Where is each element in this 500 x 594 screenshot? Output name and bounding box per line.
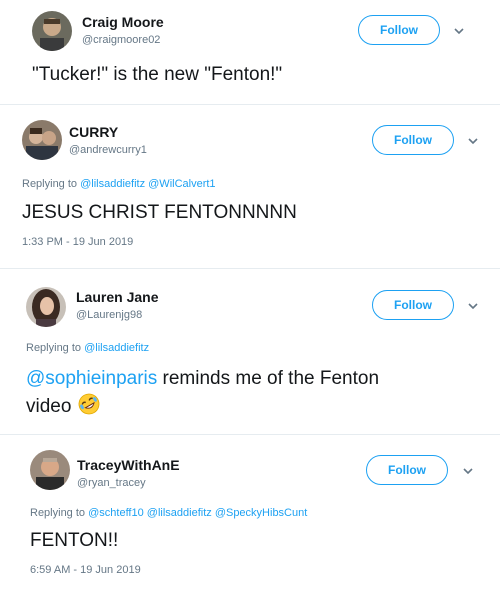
display-name[interactable]: Craig Moore (82, 14, 164, 30)
body-mention-link[interactable]: @sophieinparis (26, 368, 157, 389)
follow-button[interactable]: Follow (358, 15, 440, 45)
display-name[interactable]: TraceyWithAnE (77, 457, 180, 473)
divider (0, 104, 500, 105)
tweet-text: "Tucker!" is the new "Fenton!" (32, 64, 283, 85)
user-handle[interactable]: @ryan_tracey (77, 477, 146, 489)
replying-to: Replying to @schteff10 @lilsaddiefitz @S… (30, 507, 307, 519)
divider (0, 434, 500, 435)
replying-to: Replying to @lilsaddiefitz @WilCalvert1 (22, 178, 216, 190)
chevron-down-icon[interactable] (461, 464, 475, 478)
chevron-down-icon[interactable] (466, 299, 480, 313)
tweet-text: @sophieinparis reminds me of the Fenton … (26, 366, 486, 420)
replying-to-label: Replying to (26, 342, 82, 354)
reply-mention-link[interactable]: @lilsaddiefitz (84, 342, 149, 354)
replying-to-label: Replying to (22, 178, 78, 190)
chevron-down-icon[interactable] (466, 134, 480, 148)
avatar[interactable] (32, 11, 72, 51)
rofl-emoji-icon (78, 393, 100, 415)
replying-to: Replying to @lilsaddiefitz (26, 342, 149, 354)
timestamp[interactable]: 6:59 AM - 19 Jun 2019 (30, 564, 141, 576)
replying-to-label: Replying to (30, 507, 86, 519)
avatar[interactable] (26, 287, 66, 327)
timestamp[interactable]: 1:33 PM - 19 Jun 2019 (22, 236, 133, 248)
reply-mention-link[interactable]: @SpeckyHibsCunt (215, 507, 307, 519)
body-text: reminds me of the Fenton (157, 368, 380, 389)
avatar[interactable] (22, 120, 62, 160)
user-handle[interactable]: @Laurenjg98 (76, 309, 142, 321)
avatar[interactable] (30, 450, 70, 490)
reply-mention-link[interactable]: @lilsaddiefitz (80, 178, 145, 190)
follow-button[interactable]: Follow (366, 455, 448, 485)
user-handle[interactable]: @andrewcurry1 (69, 144, 147, 156)
display-name[interactable]: CURRY (69, 124, 118, 140)
body-text-line2: video (26, 396, 72, 417)
divider (0, 268, 500, 269)
chevron-down-icon[interactable] (452, 24, 466, 38)
reply-mention-link[interactable]: @schteff10 (88, 507, 144, 519)
follow-button[interactable]: Follow (372, 290, 454, 320)
follow-button[interactable]: Follow (372, 125, 454, 155)
reply-mention-link[interactable]: @lilsaddiefitz (147, 507, 212, 519)
user-handle[interactable]: @craigmoore02 (82, 34, 160, 46)
tweet-text: FENTON!! (30, 530, 119, 551)
reply-mention-link[interactable]: @WilCalvert1 (148, 178, 215, 190)
display-name[interactable]: Lauren Jane (76, 289, 158, 305)
tweet-text: JESUS CHRIST FENTONNNNN (22, 202, 297, 223)
